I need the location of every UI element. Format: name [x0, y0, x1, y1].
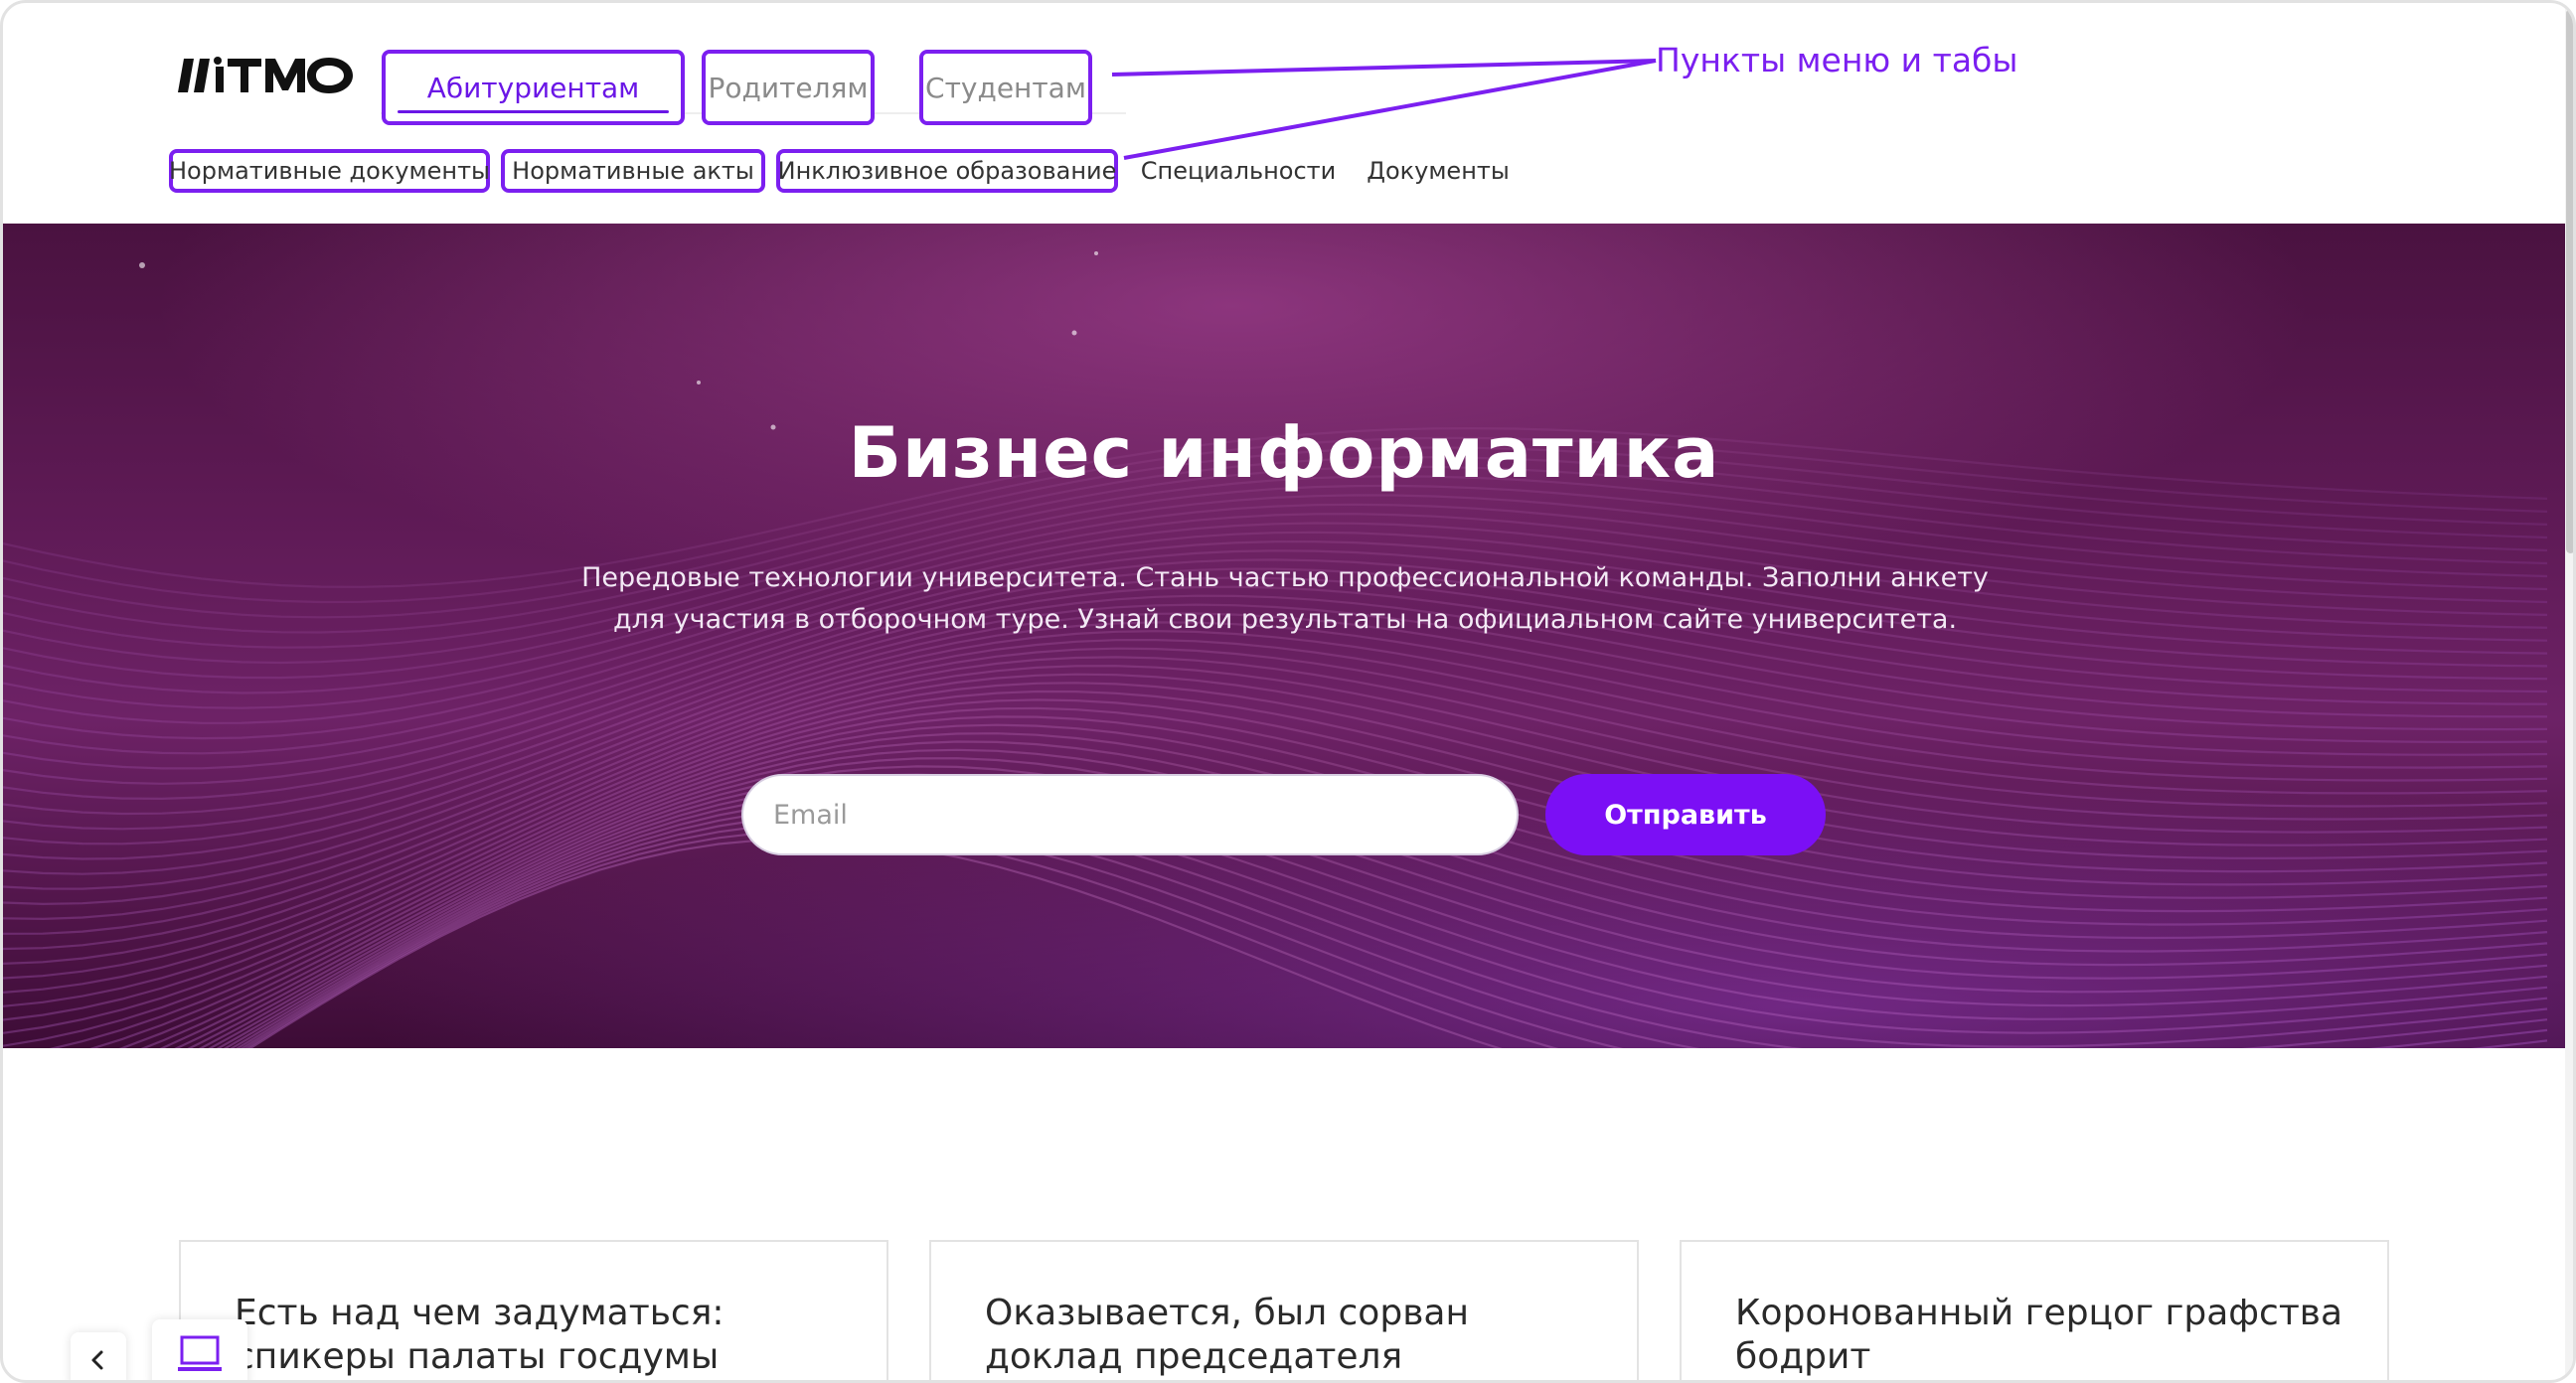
- subnav-label: Документы: [1367, 157, 1510, 185]
- tab-parents[interactable]: Родителям: [702, 50, 875, 125]
- news-card[interactable]: Есть над чем задуматься: спикеры палаты …: [179, 1240, 888, 1380]
- email-input[interactable]: [741, 774, 1519, 855]
- subnav-documents[interactable]: Документы: [1361, 149, 1516, 193]
- tab-label: Студентам: [925, 71, 1086, 104]
- card-title: Оказывается, был сорван доклад председат…: [985, 1293, 1470, 1377]
- news-card[interactable]: Коронованный герцог графства бодрит: [1680, 1240, 2389, 1380]
- card-title: Есть над чем задуматься: спикеры палаты …: [235, 1293, 724, 1377]
- device-view-button[interactable]: [152, 1319, 247, 1380]
- chevron-left-icon: [91, 1350, 103, 1370]
- scrollbar-thumb[interactable]: [2566, 9, 2573, 553]
- laptop-icon: [178, 1335, 222, 1371]
- hero-subtitle: Передовые технологии университета. Стань…: [581, 562, 1989, 635]
- tab-label: Абитуриентам: [426, 71, 640, 104]
- subnav-label: Инклюзивное образование: [777, 157, 1117, 185]
- subnav-normative-acts[interactable]: Нормативные акты: [501, 149, 765, 193]
- tab-abiturients[interactable]: Абитуриентам: [382, 50, 685, 125]
- tab-label: Родителям: [708, 71, 869, 104]
- submit-button[interactable]: Отправить: [1545, 774, 1826, 855]
- subnav-specialties[interactable]: Специальности: [1136, 149, 1341, 193]
- subnav-normative-documents[interactable]: Нормативные документы: [169, 149, 490, 193]
- card-title: Коронованный герцог графства бодрит: [1735, 1293, 2343, 1377]
- subnav-label: Нормативные документы: [169, 157, 491, 185]
- itmo-logo[interactable]: [178, 51, 357, 100]
- tab-students[interactable]: Студентам: [919, 50, 1092, 125]
- hero-title: Бизнес информатика: [848, 412, 1720, 494]
- subnav-label: Нормативные акты: [512, 157, 754, 185]
- hero-wave-line: [49, 715, 2548, 1048]
- hero-banner: Бизнес информатика Передовые технологии …: [3, 224, 2565, 1048]
- news-card[interactable]: Оказывается, был сорван доклад председат…: [929, 1240, 1639, 1380]
- subnav-label: Специальности: [1140, 157, 1337, 185]
- browser-frame: Абитуриентам Родителям Студентам Нормати…: [0, 0, 2576, 1383]
- itmo-logo-icon: [178, 57, 353, 93]
- annotation-label: Пункты меню и табы: [1656, 41, 2018, 79]
- subnav-inclusive-education[interactable]: Инклюзивное образование: [776, 149, 1118, 193]
- hero-wave-line: [3, 690, 2548, 1021]
- back-button[interactable]: [71, 1332, 126, 1380]
